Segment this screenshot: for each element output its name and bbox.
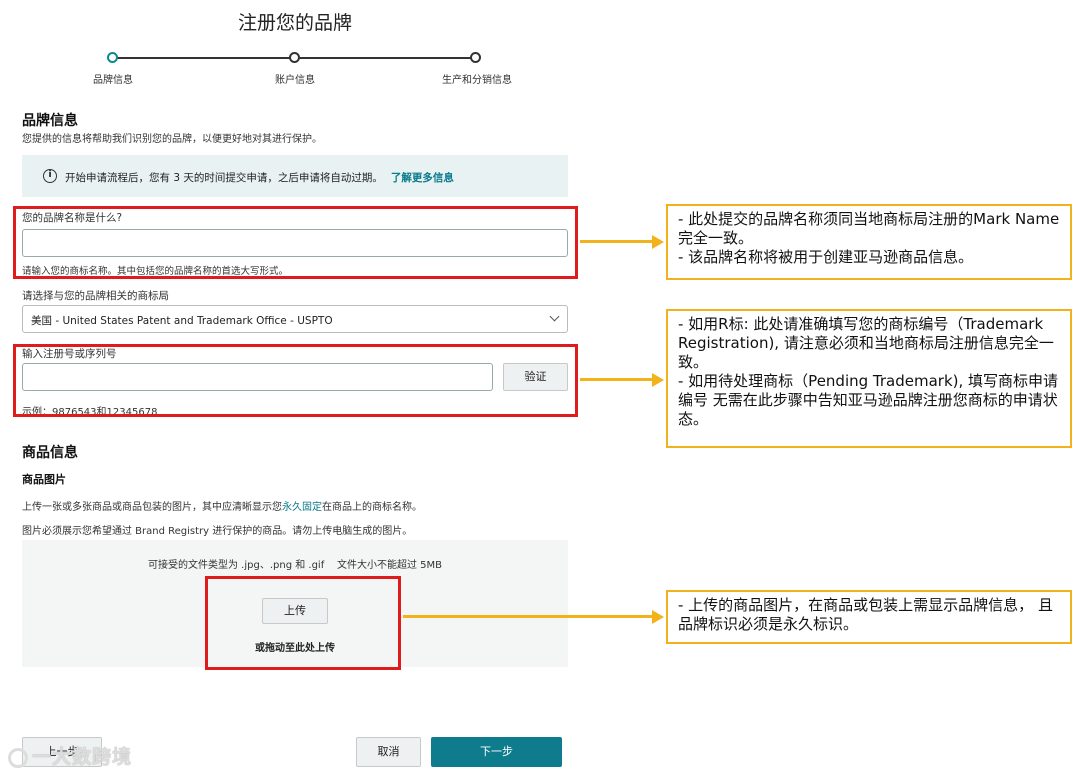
arrow-2-head <box>652 373 664 387</box>
arrow-3-shaft <box>403 615 654 618</box>
step-label-brand-info: 品牌信息 <box>93 75 133 86</box>
trademark-office-label: 请选择与您的品牌相关的商标局 <box>22 290 169 302</box>
upload-highlight <box>205 576 401 670</box>
page-title: 注册您的品牌 <box>237 12 352 34</box>
info-banner: i 开始申请流程后，您有 3 天的时间提交申请，之后申请将自动过期。 了解更多信息 <box>22 155 568 197</box>
step-dot-distribution-info[interactable] <box>470 52 481 63</box>
info-banner-message: 开始申请流程后，您有 3 天的时间提交申请，之后申请将自动过期。 <box>65 172 383 184</box>
permanent-fixed-link[interactable]: 永久固定 <box>282 502 322 513</box>
step-dot-account-info[interactable] <box>289 52 300 63</box>
trademark-office-select[interactable]: 美国 - United States Patent and Trademark … <box>22 305 568 333</box>
arrow-2-shaft <box>580 378 654 381</box>
next-button[interactable]: 下一步 <box>431 737 562 767</box>
chevron-down-icon <box>549 311 560 322</box>
upload-instruction: 上传一张或多张商品或商品包装的图片，其中应清晰显示您永久固定在商品上的商标名称。 <box>22 498 422 513</box>
watermark: 一大数跨境 <box>8 742 132 769</box>
step-label-distribution-info: 生产和分销信息 <box>442 75 512 86</box>
brand-section-title: 品牌信息 <box>22 113 78 129</box>
info-banner-text: 开始申请流程后，您有 3 天的时间提交申请，之后申请将自动过期。 了解更多信息 <box>65 170 454 185</box>
step-dot-brand-info[interactable] <box>107 52 118 63</box>
note-registration: - 如用R标: 此处请准确填写您的商标编号（Trademark Registra… <box>666 309 1072 448</box>
watermark-logo-icon <box>8 747 28 768</box>
product-images-title: 商品图片 <box>22 473 66 486</box>
note-brand-name: - 此处提交的品牌名称须同当地商标局注册的Mark Name 完全一致。 - 该… <box>666 204 1072 280</box>
step-label-account-info: 账户信息 <box>275 75 315 86</box>
registration-highlight <box>13 344 578 417</box>
brand-name-highlight <box>13 206 578 279</box>
info-icon: i <box>43 169 57 183</box>
trademark-office-selected: 美国 - United States Patent and Trademark … <box>31 315 333 327</box>
upload-instruction-2: 图片必须展示您希望通过 Brand Registry 进行保护的商品。请勿上传电… <box>22 526 413 537</box>
accepted-file-types: 可接受的文件类型为 .jpg、.png 和 .gif 文件大小不能超过 5MB <box>148 560 442 571</box>
note-product-image: - 上传的商品图片，在商品或包装上需显示品牌信息， 且品牌标识必须是永久标识。 <box>666 590 1072 644</box>
product-section-title: 商品信息 <box>22 445 78 461</box>
upload-instruction-suffix: 在商品上的商标名称。 <box>322 502 422 513</box>
watermark-text: 一大数跨境 <box>32 746 133 768</box>
learn-more-link[interactable]: 了解更多信息 <box>391 172 454 184</box>
arrow-3-head <box>652 610 664 624</box>
arrow-1-shaft <box>580 240 654 243</box>
cancel-button[interactable]: 取消 <box>356 737 421 767</box>
upload-instruction-prefix: 上传一张或多张商品或商品包装的图片，其中应清晰显示您 <box>22 502 282 513</box>
arrow-1-head <box>652 235 664 249</box>
brand-section-description: 您提供的信息将帮助我们识别您的品牌，以便更好地对其进行保护。 <box>22 134 322 145</box>
